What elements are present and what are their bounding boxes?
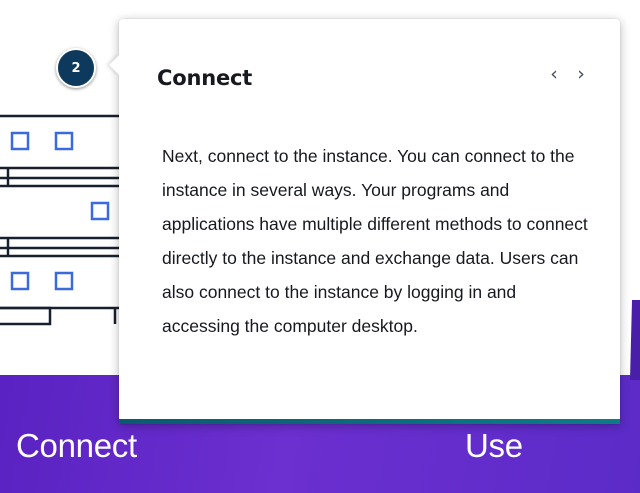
popover-description: Next, connect to the instance. You can c…	[162, 146, 588, 336]
step-label-use: Use	[465, 427, 523, 464]
chevron-left-icon: ‹	[550, 63, 558, 85]
tutorial-popover: Connect ‹ › Next, connect to the instanc…	[109, 19, 620, 424]
decorative-shape	[630, 300, 640, 380]
popover-content: Connect ‹ › Next, connect to the instanc…	[119, 19, 620, 424]
step-number: 2	[71, 60, 81, 76]
chevron-right-icon: ›	[577, 63, 585, 85]
previous-button[interactable]: ‹	[543, 61, 565, 87]
step-number-badge[interactable]: 2	[56, 48, 96, 88]
next-button[interactable]: ›	[570, 61, 592, 87]
popover-footer-bar	[119, 419, 620, 424]
step-label-connect: Connect	[16, 427, 137, 464]
popover-title: Connect	[157, 66, 253, 90]
